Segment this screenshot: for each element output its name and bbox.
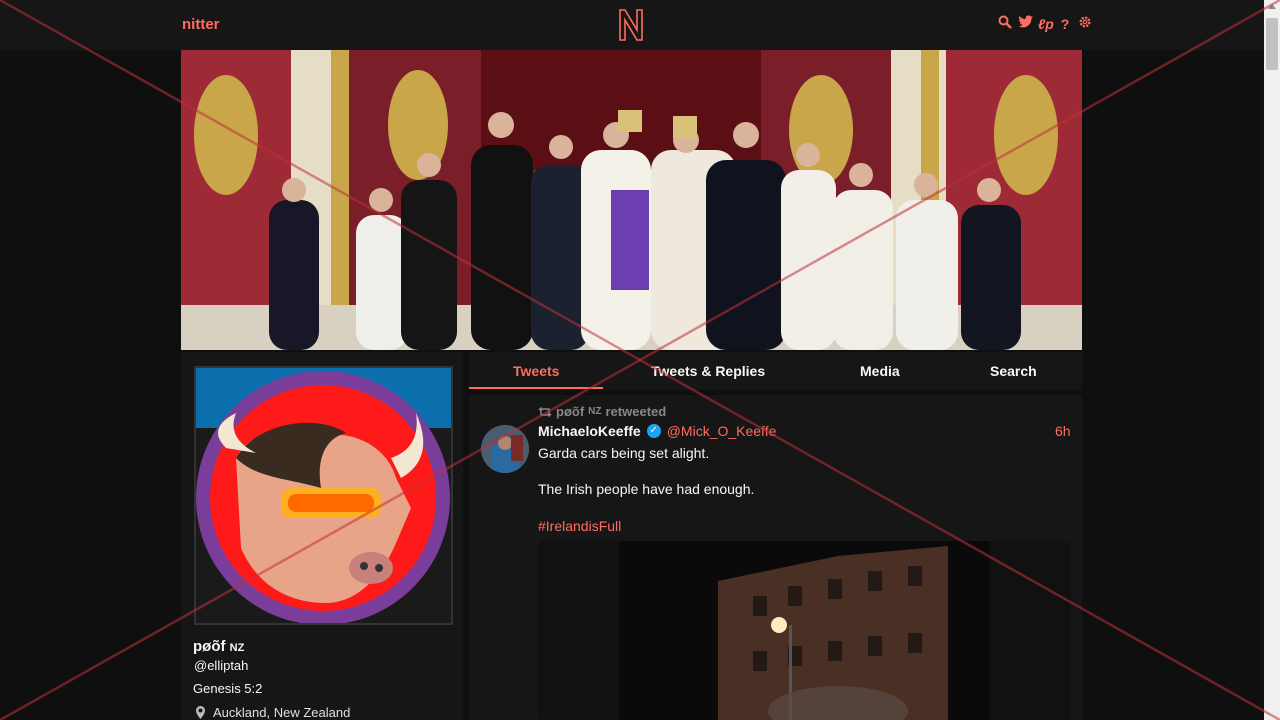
nz-flag-badge: NZ xyxy=(229,642,245,654)
help-icon[interactable]: ? xyxy=(1058,15,1072,33)
twitter-bird-icon[interactable] xyxy=(1018,15,1033,33)
tweet-header: MichaeloKeeffe ✓ @Mick_O_Keeffe xyxy=(538,423,776,439)
tab-tweets-replies[interactable]: Tweets & Replies xyxy=(651,363,765,379)
nitter-logo[interactable] xyxy=(616,8,646,42)
profile-fullname-text: pøõf xyxy=(193,638,226,655)
tweet-author-username[interactable]: @Mick_O_Keeffe xyxy=(667,423,777,439)
active-tab-indicator xyxy=(469,387,603,389)
location-pin-icon xyxy=(196,706,205,719)
profile-fullname[interactable]: pøõf NZ xyxy=(193,638,244,655)
location-text: Auckland, New Zealand xyxy=(213,705,351,720)
profile-banner[interactable] xyxy=(181,50,1082,350)
nav-icons: ℓp ? xyxy=(998,15,1092,33)
retweet-icon xyxy=(538,406,552,417)
search-icon[interactable] xyxy=(998,15,1012,33)
profile-bio: Genesis 5:2 xyxy=(193,681,263,696)
tweet-text-line: The Irish people have had enough. xyxy=(538,481,755,497)
gear-icon[interactable] xyxy=(1078,15,1092,33)
tweet-author-fullname[interactable]: MichaeloKeeffe xyxy=(538,423,641,439)
profile-username[interactable]: @elliptah xyxy=(194,658,248,673)
profile-tabs: Tweets Tweets & Replies Media Search xyxy=(469,352,1082,390)
scrollbar-thumb[interactable] xyxy=(1266,18,1278,70)
profile-avatar[interactable] xyxy=(194,366,453,625)
tab-tweets[interactable]: Tweets xyxy=(513,363,559,379)
rss-icon[interactable]: ℓp xyxy=(1038,15,1054,33)
page-scrollbar[interactable] xyxy=(1264,0,1280,720)
tweet-author-avatar[interactable] xyxy=(481,425,529,473)
retweeter-flag: NZ xyxy=(588,406,602,417)
tweet-hashtag-link[interactable]: #IrelandisFull xyxy=(538,518,621,534)
retweeted-label: retweeted xyxy=(605,404,667,419)
navbar: nitter ℓp ? xyxy=(0,0,1264,50)
tab-media[interactable]: Media xyxy=(860,363,900,379)
tweet-text-line: Garda cars being set alight. xyxy=(538,445,710,461)
tab-search[interactable]: Search xyxy=(990,363,1037,379)
tweet-timestamp[interactable]: 6h xyxy=(1055,423,1071,439)
tweet-media-video[interactable] xyxy=(538,541,1071,720)
scroll-up-arrow-icon[interactable] xyxy=(1268,4,1276,9)
verified-badge-icon: ✓ xyxy=(646,424,661,438)
retweet-header: pøõf NZ retweeted xyxy=(538,404,666,419)
retweeter-name[interactable]: pøõf xyxy=(556,404,584,419)
profile-location: Auckland, New Zealand xyxy=(196,705,350,720)
brand-link[interactable]: nitter xyxy=(182,16,220,33)
